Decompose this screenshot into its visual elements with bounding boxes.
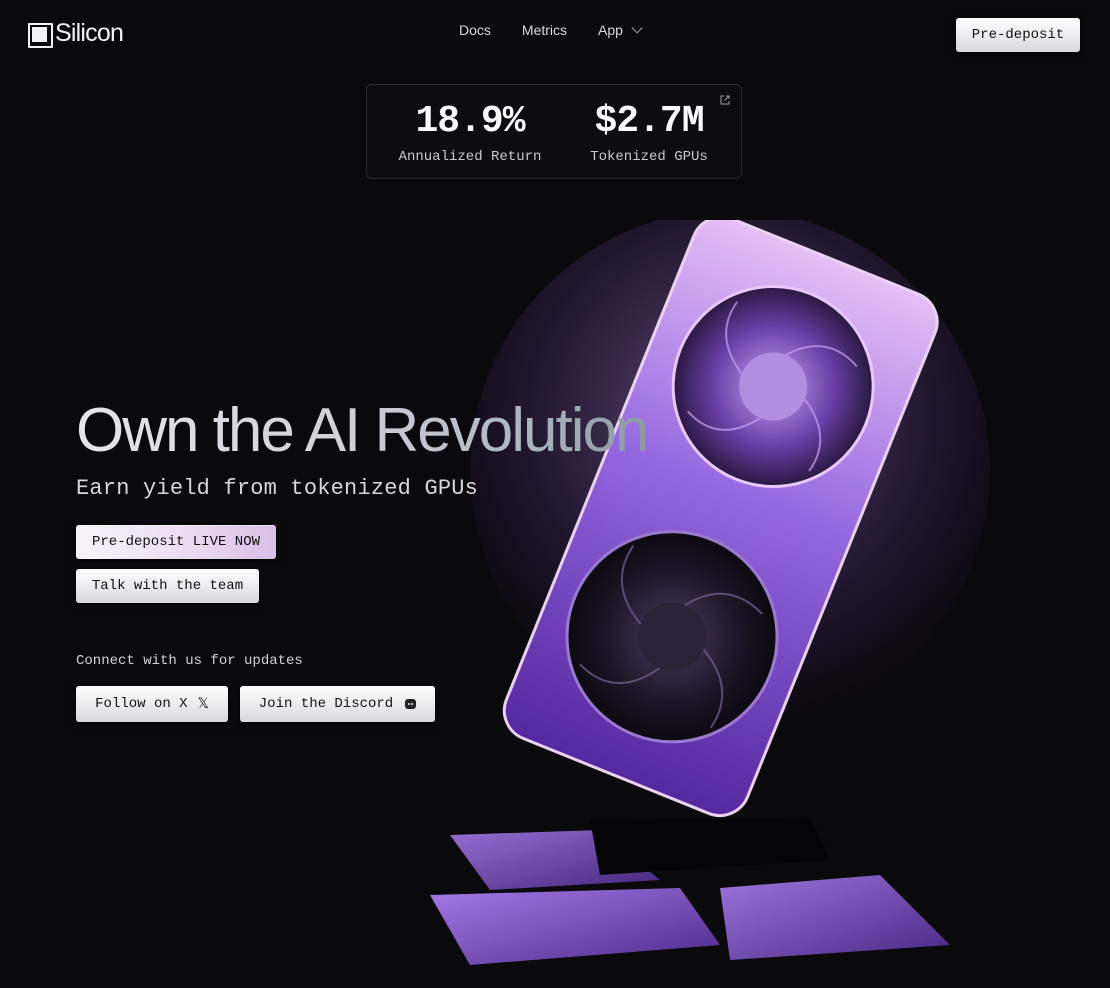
nav-app-label: App <box>598 22 623 38</box>
chevron-down-icon <box>631 22 643 34</box>
join-discord-button[interactable]: Join the Discord <box>240 686 435 722</box>
discord-icon <box>405 699 417 709</box>
follow-on-x-label: Follow on X <box>95 696 188 712</box>
talk-with-team-button[interactable]: Talk with the team <box>76 569 259 603</box>
pre-deposit-live-button[interactable]: Pre-deposit LIVE NOW <box>76 525 276 559</box>
x-logo-icon: 𝕏 <box>197 696 209 712</box>
top-navigation: Silicon Docs Metrics App Pre-deposit <box>0 0 1110 68</box>
brand-name: Silicon <box>55 19 124 47</box>
hero-subtitle: Earn yield from tokenized GPUs <box>76 476 479 501</box>
stat-tokenized-gpus: $2.7M Tokenized GPUs <box>583 100 715 166</box>
nav-docs[interactable]: Docs <box>459 22 491 38</box>
nav-app-dropdown[interactable]: App <box>598 22 643 38</box>
stat-label: Annualized Return <box>398 149 542 165</box>
stat-value: 18.9% <box>415 100 525 143</box>
follow-on-x-button[interactable]: Follow on X 𝕏 <box>76 686 228 722</box>
hero-title: Own the AI Revolution <box>76 396 649 465</box>
gpu-illustration <box>430 220 990 965</box>
stats-card[interactable]: 18.9% Annualized Return $2.7M Tokenized … <box>366 84 742 179</box>
stat-value: $2.7M <box>594 100 704 143</box>
stat-label: Tokenized GPUs <box>590 149 708 165</box>
stat-annualized-return: 18.9% Annualized Return <box>397 100 543 166</box>
header-pre-deposit-button[interactable]: Pre-deposit <box>956 18 1080 52</box>
external-link-icon[interactable] <box>719 94 731 106</box>
silicon-logo-icon <box>28 23 53 48</box>
brand-logo[interactable]: Silicon <box>28 19 124 48</box>
join-discord-label: Join the Discord <box>258 696 394 712</box>
connect-heading: Connect with us for updates <box>76 653 303 669</box>
nav-links: Docs Metrics App <box>459 22 643 38</box>
nav-metrics[interactable]: Metrics <box>522 22 567 38</box>
